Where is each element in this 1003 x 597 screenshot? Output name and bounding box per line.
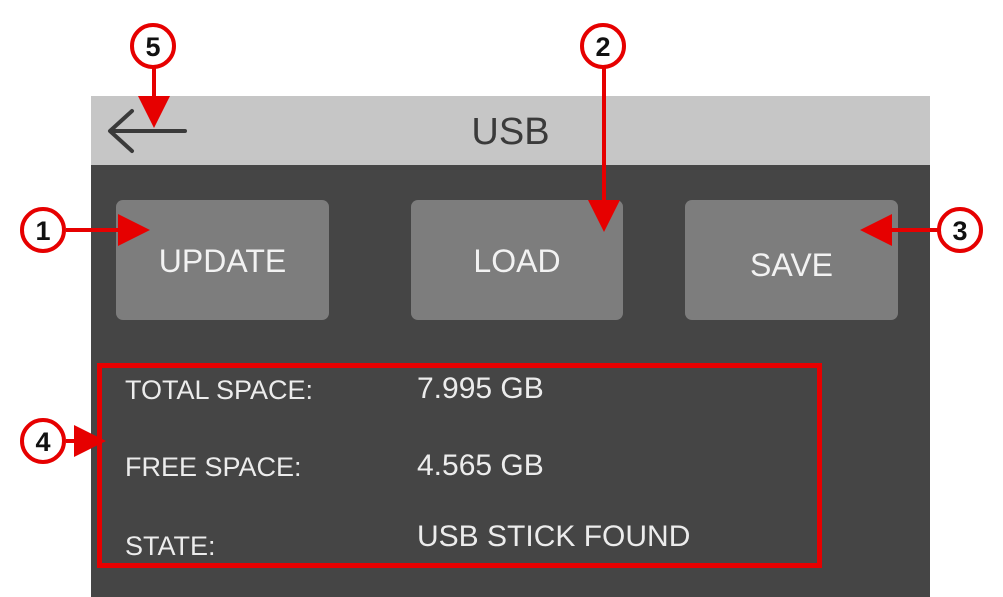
back-arrow-icon[interactable] [105, 108, 189, 154]
load-button[interactable]: LOAD [411, 200, 623, 320]
callout-4: 4 [20, 418, 66, 464]
callout-5: 5 [130, 23, 176, 69]
info-highlight-box [97, 363, 822, 568]
update-button[interactable]: UPDATE [116, 200, 329, 320]
callout-3: 3 [937, 207, 983, 253]
callout-2: 2 [580, 23, 626, 69]
callout-1: 1 [20, 207, 66, 253]
header-bar: USB [91, 96, 930, 165]
page-title: USB [471, 111, 550, 153]
save-button[interactable]: SAVE [685, 200, 898, 320]
annotated-screenshot: USB UPDATE LOAD SAVE TOTAL SPACE: 7.995 … [0, 0, 1003, 597]
